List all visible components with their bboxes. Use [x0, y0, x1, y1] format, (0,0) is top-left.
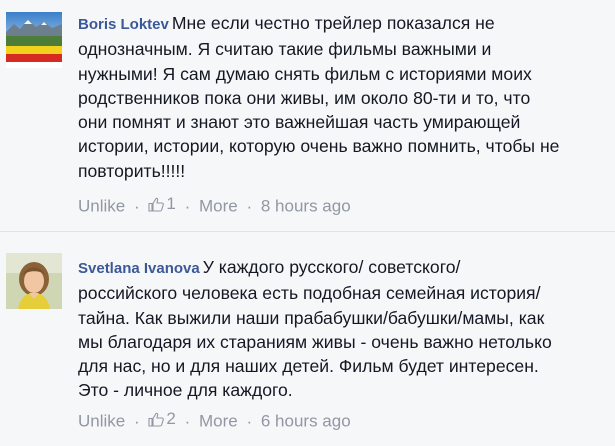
separator: · — [133, 196, 140, 216]
comment-author[interactable]: Boris Loktev — [78, 16, 169, 33]
avatar[interactable] — [6, 253, 62, 309]
thumbs-up-icon — [148, 412, 165, 427]
comment-body: Svetlana Ivanova У каждого русского/ сове… — [78, 255, 615, 403]
separator: · — [246, 196, 253, 216]
more-link[interactable]: More — [199, 412, 238, 431]
comment-author[interactable]: Svetlana Ivanova — [78, 260, 200, 277]
avatar-image-landscape — [6, 12, 62, 68]
comment-item: Svetlana Ivanova У каждого русского/ сове… — [0, 233, 615, 446]
divider — [0, 231, 615, 232]
avatar[interactable] — [6, 12, 62, 68]
avatar-image-portrait — [6, 253, 62, 309]
comment-text: Мне если честно трейлер показался не одн… — [78, 13, 560, 181]
comment-body: Boris Loktev Мне если честно трейлер пока… — [78, 11, 615, 183]
like-count-value: 2 — [166, 409, 176, 428]
comment-actions: Unlike · 2 · More · 6 hours ago — [78, 409, 351, 432]
like-count-value: 1 — [166, 194, 176, 213]
comment-thread: Boris Loktev Мне если честно трейлер пока… — [0, 0, 615, 446]
comment-actions: Unlike · 1 · More · 8 hours ago — [78, 194, 351, 217]
separator: · — [184, 411, 191, 431]
separator: · — [246, 411, 253, 431]
comment-text: У каждого русского/ советского/ российск… — [78, 257, 552, 401]
thumbs-up-icon — [148, 197, 165, 212]
like-count[interactable]: 1 — [148, 194, 176, 214]
unlike-link[interactable]: Unlike — [78, 197, 125, 216]
more-link[interactable]: More — [199, 197, 238, 216]
comment-item: Boris Loktev Мне если честно трейлер пока… — [0, 0, 615, 232]
timestamp[interactable]: 6 hours ago — [261, 412, 351, 431]
timestamp[interactable]: 8 hours ago — [261, 197, 351, 216]
unlike-link[interactable]: Unlike — [78, 412, 125, 431]
separator: · — [184, 196, 191, 216]
separator: · — [133, 411, 140, 431]
like-count[interactable]: 2 — [148, 409, 176, 429]
